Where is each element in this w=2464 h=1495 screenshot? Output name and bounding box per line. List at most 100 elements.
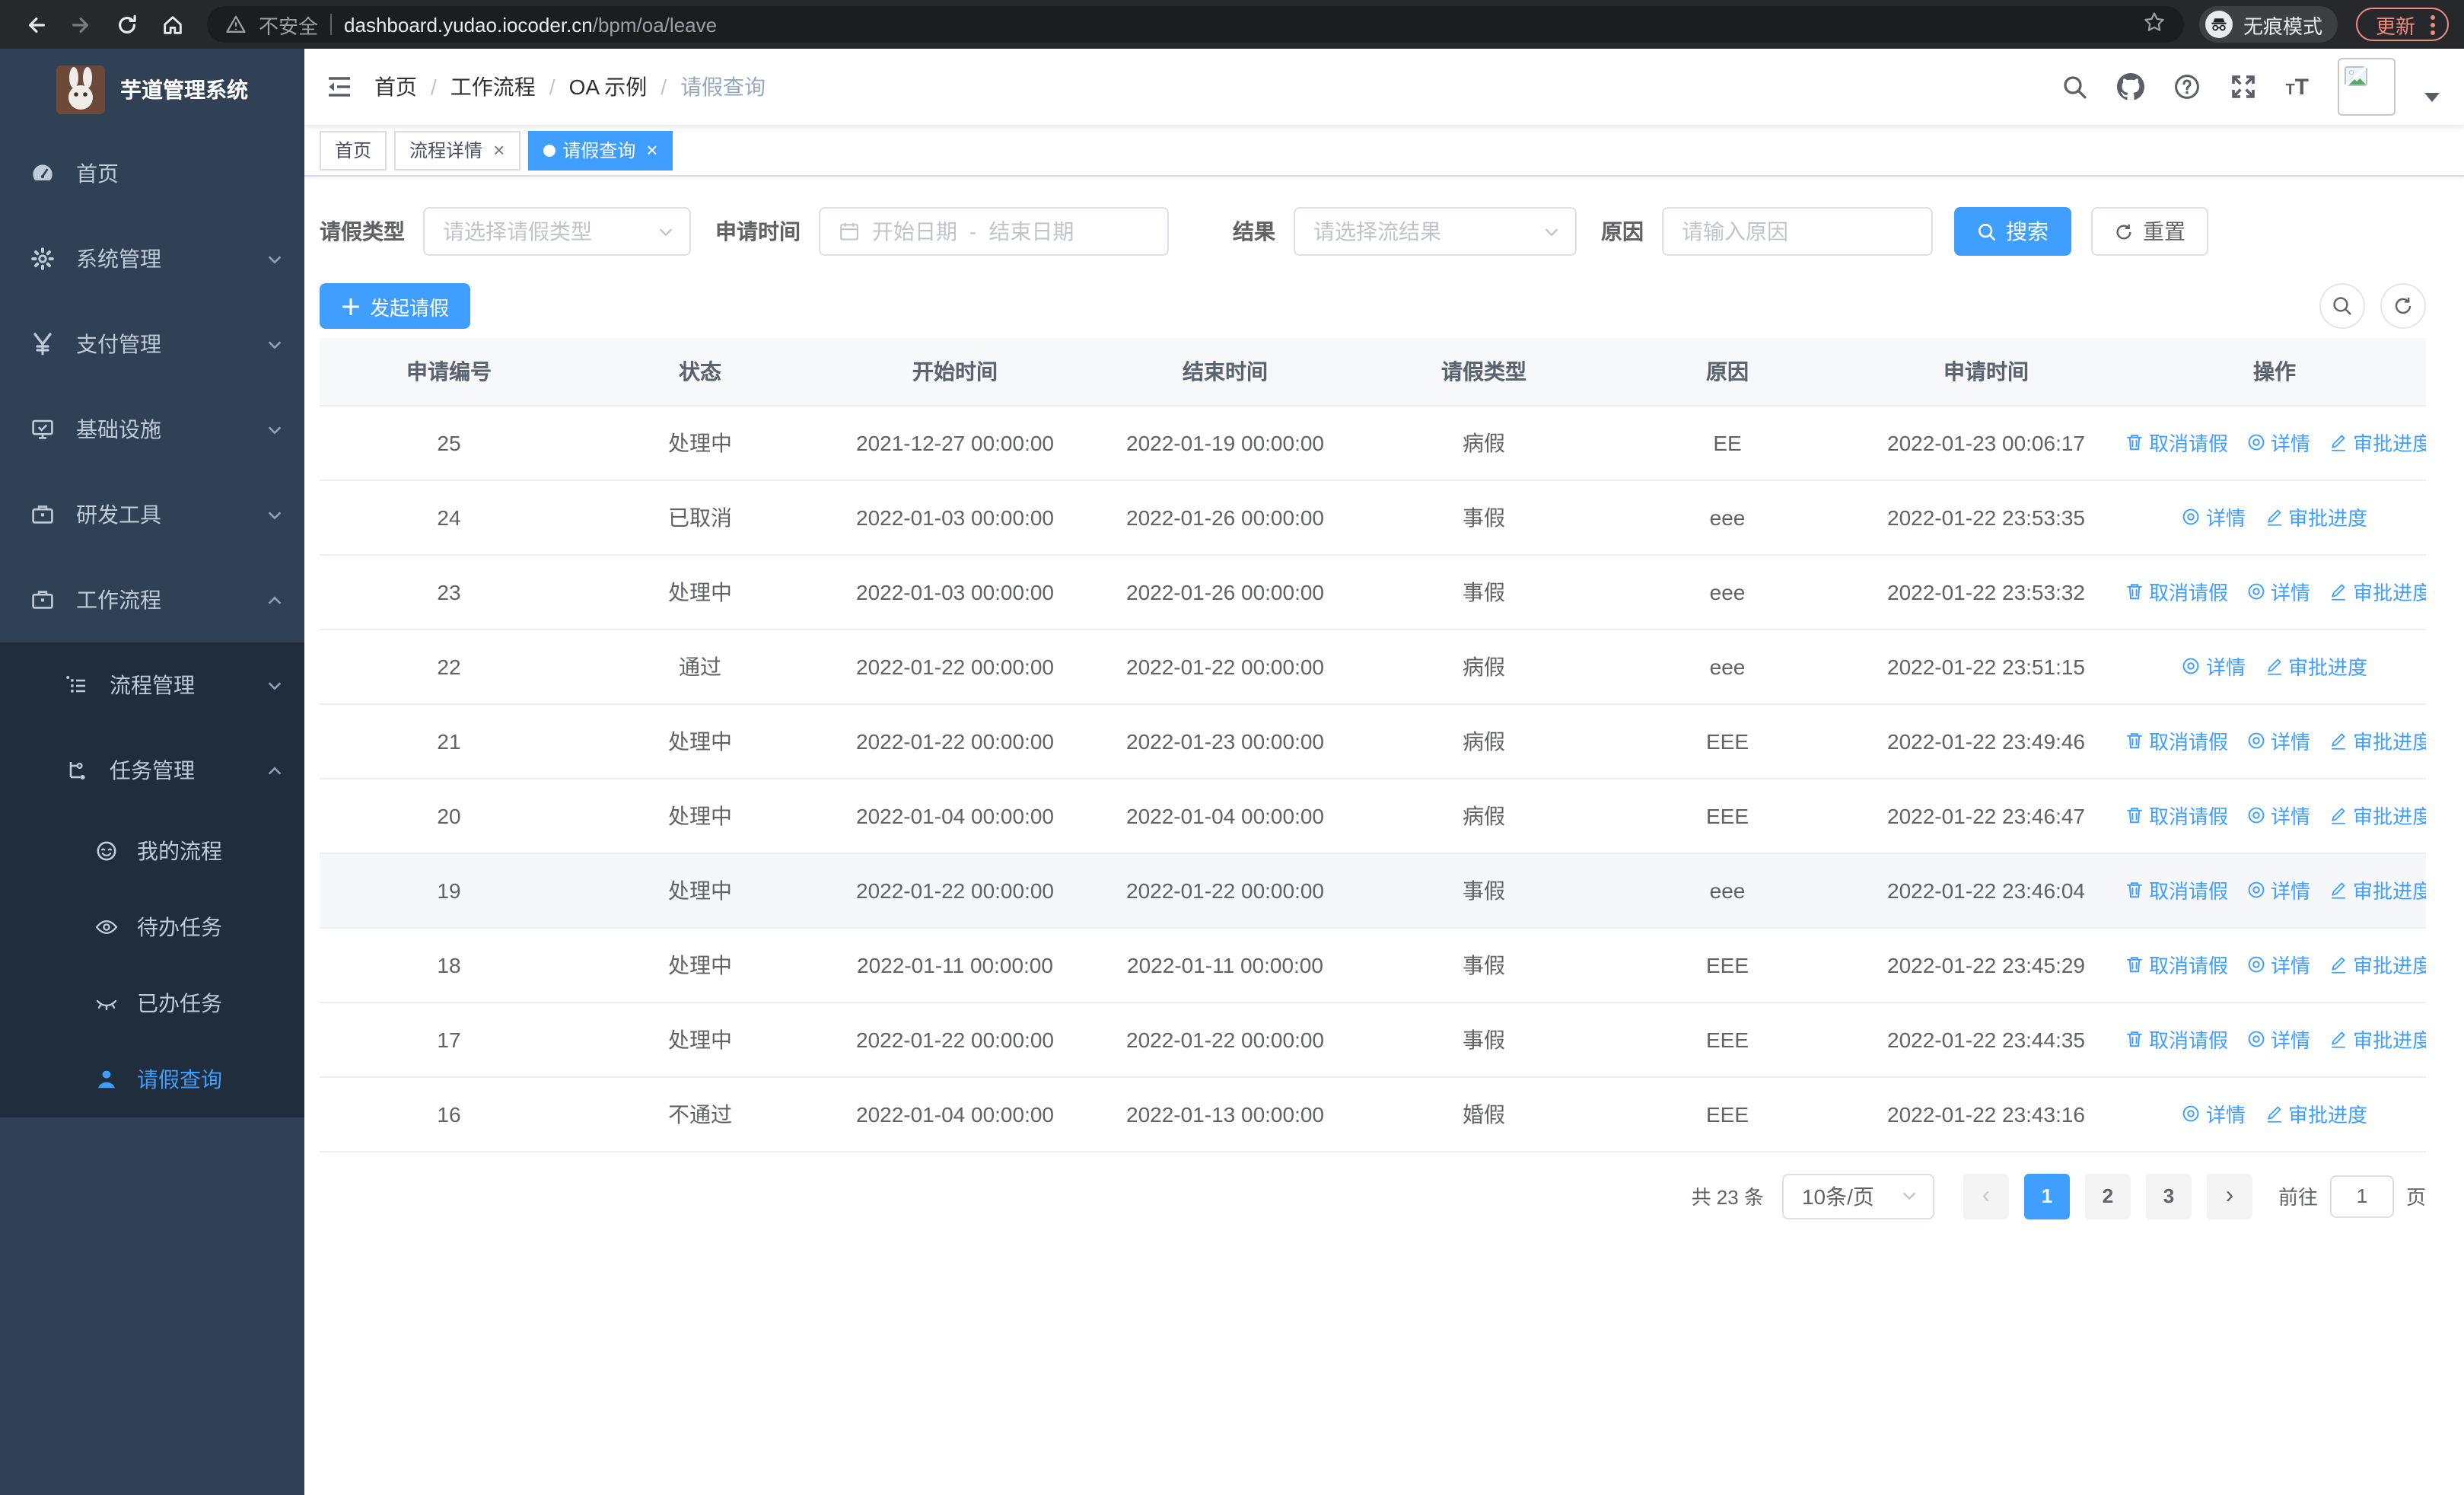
flow-icon (69, 762, 85, 779)
approval-progress-link[interactable]: 审批进度 (2264, 1099, 2367, 1128)
approval-progress-link[interactable]: 审批进度 (2329, 726, 2426, 755)
refresh-table-button[interactable] (2380, 283, 2426, 329)
sidebar-item-infra[interactable]: 基础设施 (0, 387, 304, 472)
cell-start: 2022-01-11 00:00:00 (822, 927, 1088, 1003)
cell-type: 事假 (1362, 480, 1606, 555)
approval-progress-link[interactable]: 审批进度 (2329, 1025, 2426, 1054)
detail-link[interactable]: 详情 (2246, 577, 2310, 606)
detail-link[interactable]: 详情 (2182, 502, 2246, 531)
table-row[interactable]: 24 已取消 2022-01-03 00:00:00 2022-01-26 00:00… (320, 480, 2426, 555)
approval-progress-link[interactable]: 审批进度 (2264, 652, 2367, 681)
tab-leave-query[interactable]: 请假查询 × (527, 130, 673, 170)
cancel-leave-link[interactable]: 取消请假 (2125, 875, 2228, 904)
table-row[interactable]: 25 处理中 2021-12-27 00:00:00 2022-01-19 00:00… (320, 405, 2426, 480)
approval-progress-link[interactable]: 审批进度 (2329, 875, 2426, 904)
cancel-leave-link[interactable]: 取消请假 (2125, 1025, 2228, 1054)
detail-link[interactable]: 详情 (2246, 875, 2310, 904)
tab-process-detail[interactable]: 流程详情 × (394, 130, 520, 170)
cancel-leave-link[interactable]: 取消请假 (2125, 950, 2228, 979)
sidebar-item-payment[interactable]: 支付管理 (0, 301, 304, 387)
detail-link[interactable]: 详情 (2246, 1025, 2310, 1054)
browser-menu-icon[interactable] (2431, 14, 2435, 34)
cancel-leave-link[interactable]: 取消请假 (2125, 801, 2228, 830)
help-icon[interactable] (2173, 73, 2200, 100)
reset-button[interactable]: 重置 (2091, 207, 2208, 256)
show-search-toggle-button[interactable] (2319, 283, 2365, 329)
search-button[interactable]: 搜索 (1954, 207, 2071, 256)
approval-progress-link[interactable]: 审批进度 (2329, 428, 2426, 457)
detail-link[interactable]: 详情 (2246, 950, 2310, 979)
github-icon[interactable] (2116, 73, 2144, 100)
tab-home[interactable]: 首页 (320, 130, 387, 170)
tab-close-icon[interactable]: × (493, 139, 505, 161)
browser-reload-icon[interactable] (107, 5, 146, 44)
sidebar-item-process-mgmt[interactable]: 流程管理 (0, 642, 304, 728)
cell-reason: eee (1606, 629, 1849, 704)
fullscreen-icon[interactable] (2229, 73, 2256, 100)
sidebar-item-home[interactable]: 首页 (0, 131, 304, 216)
breadcrumb-home[interactable]: 首页 (374, 72, 417, 102)
cell-id: 22 (320, 629, 578, 704)
detail-link[interactable]: 详情 (2246, 428, 2310, 457)
prev-page-button[interactable]: ‹ (1963, 1173, 2009, 1219)
sidebar-item-system[interactable]: 系统管理 (0, 216, 304, 301)
cancel-leave-link[interactable]: 取消请假 (2125, 428, 2228, 457)
table-row[interactable]: 23 处理中 2022-01-03 00:00:00 2022-01-26 00:00… (320, 554, 2426, 630)
approval-progress-link[interactable]: 审批进度 (2329, 577, 2426, 606)
sidebar-toggle-icon[interactable] (304, 73, 374, 100)
monitor-icon (32, 419, 53, 439)
page-button-1[interactable]: 1 (2023, 1173, 2070, 1219)
sidebar-item-done-tasks[interactable]: 已办任务 (0, 965, 304, 1041)
address-bar[interactable]: 不安全 dashboard.yudao.iocoder.cn /bpm/oa/l… (207, 6, 2184, 43)
table-row[interactable]: 17 处理中 2022-01-22 00:00:00 2022-01-22 00:00… (320, 1002, 2426, 1077)
detail-link[interactable]: 详情 (2182, 652, 2246, 681)
detail-link[interactable]: 详情 (2182, 1099, 2246, 1128)
browser-home-icon[interactable] (152, 5, 192, 44)
cell-status: 处理中 (578, 703, 822, 779)
calendar-icon (840, 222, 858, 241)
sidebar-item-task-mgmt[interactable]: 任务管理 (0, 728, 304, 813)
approval-progress-link[interactable]: 审批进度 (2329, 801, 2426, 830)
breadcrumb-oa[interactable]: OA 示例 (569, 72, 648, 102)
font-size-icon[interactable]: TT (2285, 74, 2309, 100)
approval-progress-link[interactable]: 审批进度 (2264, 502, 2367, 531)
apply-time-range-picker[interactable]: 开始日期 - 结束日期 (819, 207, 1169, 256)
table-row[interactable]: 22 通过 2022-01-22 00:00:00 2022-01-22 00:00:… (320, 629, 2426, 704)
cancel-leave-link[interactable]: 取消请假 (2125, 726, 2228, 755)
sidebar-item-leave-query[interactable]: 请假查询 (0, 1041, 304, 1117)
sidebar-item-my-process[interactable]: 我的流程 (0, 813, 304, 889)
avatar[interactable] (2338, 58, 2396, 116)
cancel-leave-link[interactable]: 取消请假 (2125, 577, 2228, 606)
reason-input[interactable]: 请输入原因 (1662, 207, 1933, 256)
avatar-caret-icon[interactable] (2424, 93, 2440, 102)
result-select[interactable]: 请选择流结果 (1294, 207, 1577, 256)
page-button-2[interactable]: 2 (2084, 1173, 2131, 1219)
leave-type-select[interactable]: 请选择请假类型 (423, 207, 691, 256)
table-row[interactable]: 19 处理中 2022-01-22 00:00:00 2022-01-22 00:00… (320, 853, 2426, 928)
header-search-icon[interactable] (2060, 73, 2087, 100)
table-row[interactable]: 21 处理中 2022-01-22 00:00:00 2022-01-23 00:00… (320, 703, 2426, 779)
browser-forward-icon[interactable] (61, 5, 100, 44)
tab-close-icon[interactable]: × (646, 139, 657, 161)
table-row[interactable]: 20 处理中 2022-01-04 00:00:00 2022-01-04 00:00… (320, 778, 2426, 853)
sidebar-item-todo-tasks[interactable]: 待办任务 (0, 889, 304, 965)
page-size-select[interactable]: 10条/页 (1781, 1173, 1934, 1219)
approval-progress-link[interactable]: 审批进度 (2329, 950, 2426, 979)
cell-actions: 取消请假 详情 审批进度 (2123, 405, 2426, 480)
browser-update-button[interactable]: 更新 (2355, 8, 2449, 41)
table-row[interactable]: 16 不通过 2022-01-04 00:00:00 2022-01-13 00:00… (320, 1076, 2426, 1152)
bookmark-star-icon[interactable] (2143, 11, 2166, 38)
col-leave-type: 请假类型 (1362, 338, 1606, 406)
sidebar-item-workflow[interactable]: 工作流程 (0, 557, 304, 642)
goto-page-input[interactable] (2329, 1175, 2394, 1217)
create-leave-button[interactable]: 发起请假 (320, 283, 471, 329)
sidebar-item-devtools[interactable]: 研发工具 (0, 472, 304, 557)
page-button-3[interactable]: 3 (2145, 1173, 2192, 1219)
table-row[interactable]: 18 处理中 2022-01-11 00:00:00 2022-01-11 00:00… (320, 927, 2426, 1003)
next-page-button[interactable]: › (2206, 1173, 2252, 1219)
dashboard-icon (33, 164, 53, 180)
detail-link[interactable]: 详情 (2246, 726, 2310, 755)
breadcrumb-workflow[interactable]: 工作流程 (450, 72, 536, 102)
browser-back-icon[interactable] (15, 5, 55, 44)
detail-link[interactable]: 详情 (2246, 801, 2310, 830)
